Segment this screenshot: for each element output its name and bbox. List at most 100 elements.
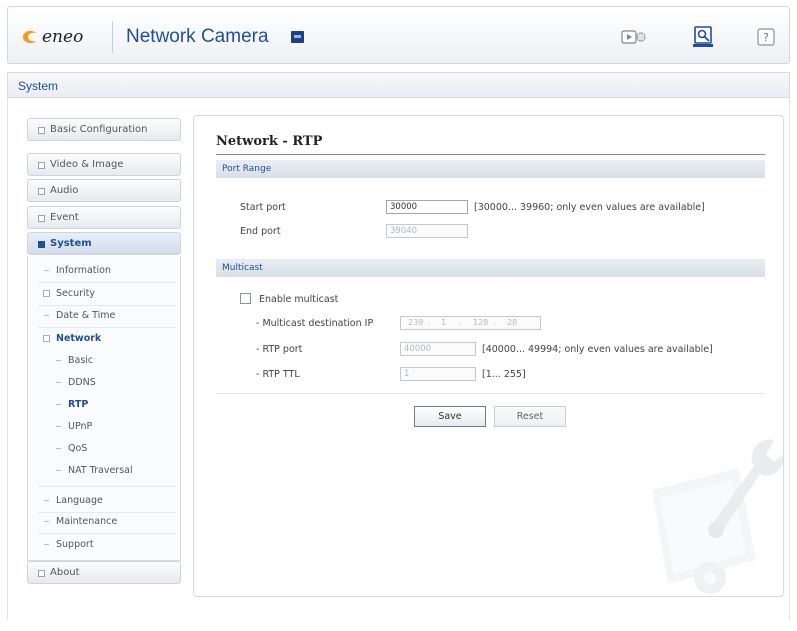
submenu-label: DDNS [68, 377, 96, 388]
sidebar-item-label: About [50, 567, 80, 578]
submenu-item-date-time[interactable]: Date & Time [28, 309, 182, 326]
bullet-icon [44, 521, 49, 522]
sidebar-item-video-image[interactable]: Video & Image [27, 153, 181, 176]
collapse-square-icon [38, 188, 45, 195]
ip-octet-2[interactable]: 1 [441, 318, 446, 327]
multicast-section-header: Multicast [216, 259, 765, 277]
enable-multicast-checkbox[interactable] [240, 293, 251, 304]
ip-octet-4[interactable]: 28 [507, 318, 517, 327]
page-title: Network - RTP [216, 134, 323, 149]
divider [38, 305, 176, 306]
bullet-icon [44, 500, 49, 501]
divider [38, 533, 176, 534]
submenu-item-security[interactable]: Security [28, 287, 182, 304]
rtp-port-hint: [40000... 49994; only even values are av… [482, 344, 713, 355]
expand-square-icon [43, 290, 50, 297]
start-port-label: Start port [240, 202, 286, 213]
rtp-port-input[interactable]: 40000 [400, 342, 476, 356]
rtp-ttl-input[interactable]: 1 [400, 367, 476, 381]
content-panel: Network - RTP Port Range Start port 3000… [193, 115, 784, 597]
product-menu-icon[interactable] [291, 31, 304, 43]
bullet-icon [44, 270, 49, 271]
submenu-label: NAT Traversal [68, 465, 133, 476]
save-button[interactable]: Save [414, 406, 486, 427]
ip-octet-1[interactable]: 239 [408, 318, 423, 327]
eneo-logo: eneo [20, 26, 100, 50]
submenu-item-maintenance[interactable]: Maintenance [28, 515, 182, 532]
collapse-square-icon [38, 127, 45, 134]
sidebar-item-label: Audio [50, 185, 79, 196]
section-tabbar: System [7, 72, 790, 98]
multicast-dest-ip-label: - Multicast destination IP [256, 318, 374, 329]
bullet-icon [56, 448, 61, 449]
rtp-ttl-label: - RTP TTL [256, 369, 300, 380]
bullet-icon [56, 470, 61, 471]
sidebar-item-label: Event [50, 212, 79, 223]
submenu-label: Language [56, 495, 103, 506]
submenu-label: Network [56, 333, 102, 344]
submenu-item-rtp[interactable]: RTP [28, 398, 182, 415]
submenu-item-upnp[interactable]: UPnP [28, 420, 182, 437]
bullet-icon [44, 315, 49, 316]
start-port-input[interactable]: 30000 [386, 200, 468, 214]
sidebar-item-label: Basic Configuration [50, 124, 148, 135]
tab-system[interactable]: System [18, 79, 58, 93]
submenu-label: RTP [68, 399, 89, 410]
sidebar-item-event[interactable]: Event [27, 206, 181, 229]
submenu-label: Security [56, 288, 96, 299]
divider [38, 512, 176, 513]
divider [38, 486, 176, 487]
end-port-input[interactable]: 39040 [386, 224, 468, 238]
submenu-label: UPnP [68, 421, 93, 432]
ip-dot: . [428, 318, 431, 327]
logo-mark-icon [23, 30, 36, 44]
sidebar-item-basic-configuration[interactable]: Basic Configuration [27, 118, 181, 141]
bullet-icon [56, 426, 61, 427]
submenu-item-nat-traversal[interactable]: NAT Traversal [28, 464, 182, 481]
collapse-square-icon [38, 570, 45, 577]
bullet-icon [56, 360, 61, 361]
bullet-icon [56, 404, 61, 405]
rtp-ttl-hint: [1... 255] [482, 369, 526, 380]
port-range-section-header: Port Range [216, 160, 765, 178]
submenu-label: Basic [68, 355, 94, 366]
product-title: Network Camera [126, 26, 269, 47]
ip-dot: . [459, 318, 462, 327]
submenu-item-ddns[interactable]: DDNS [28, 376, 182, 393]
logo-text: eneo [42, 27, 84, 47]
live-view-icon[interactable] [620, 24, 648, 50]
header-divider [112, 21, 113, 53]
sidebar-item-system[interactable]: System [27, 232, 181, 255]
collapse-square-icon [38, 215, 45, 222]
expand-square-icon [43, 335, 50, 342]
submenu-item-language[interactable]: Language [28, 494, 182, 511]
title-divider [216, 154, 765, 155]
submenu-item-network[interactable]: Network [28, 332, 182, 349]
submenu-item-support[interactable]: Support [28, 538, 182, 555]
help-icon[interactable]: ? [752, 24, 780, 50]
sidebar-item-about[interactable]: About [27, 561, 181, 584]
submenu-item-information[interactable]: Information [28, 264, 182, 281]
system-submenu: Information Security Date & Time Network… [27, 256, 181, 561]
divider [38, 282, 176, 283]
setup-icon[interactable] [689, 24, 717, 50]
bullet-icon [56, 382, 61, 383]
submenu-label: QoS [68, 443, 88, 454]
rtp-port-label: - RTP port [256, 344, 303, 355]
submenu-item-basic[interactable]: Basic [28, 354, 182, 371]
sidebar-item-audio[interactable]: Audio [27, 179, 181, 202]
end-port-label: End port [240, 226, 281, 237]
submenu-label: Support [56, 539, 94, 550]
start-port-hint: [30000... 39960; only even values are av… [474, 202, 705, 213]
submenu-item-qos[interactable]: QoS [28, 442, 182, 459]
multicast-dest-ip-input[interactable]: 239 . 1 . 128 . 28 [400, 316, 541, 330]
sidebar-item-label: Video & Image [50, 159, 124, 170]
svg-text:?: ? [763, 31, 769, 44]
bullet-icon [44, 544, 49, 545]
ip-octet-3[interactable]: 128 [473, 318, 488, 327]
submenu-label: Date & Time [56, 310, 116, 321]
submenu-label: Information [56, 265, 111, 276]
reset-button[interactable]: Reset [494, 406, 566, 427]
enable-multicast-label: Enable multicast [259, 294, 339, 305]
submenu-label: Maintenance [56, 516, 118, 527]
